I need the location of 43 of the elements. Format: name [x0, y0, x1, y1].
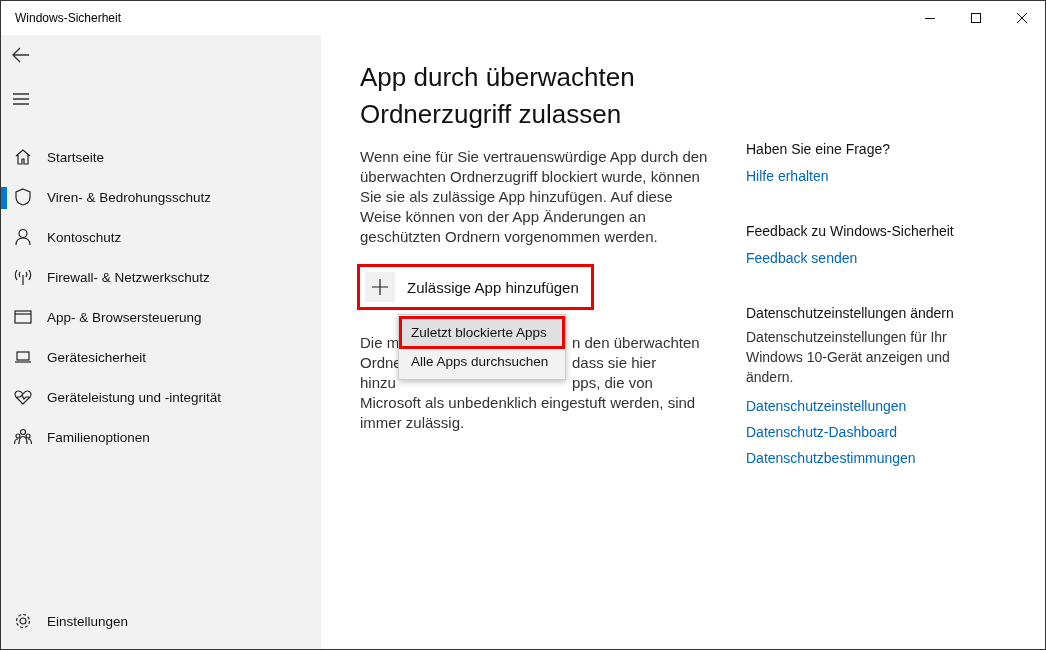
plus-icon [372, 279, 388, 295]
sidebar-item[interactable]: Firewall- & Netzwerkschutz [1, 257, 321, 297]
sidebar-item[interactable]: Geräteleistung und -integrität [1, 377, 321, 417]
section-heading: Feedback zu Windows-Sicherheit [746, 223, 955, 239]
menu-item[interactable]: Alle Apps durchsuchen [402, 348, 562, 375]
description-text: Wenn eine für Sie vertrauenswürdige App durch den überwachten Ordnerzugriff blockiert wurde, können Sie sie als zulässige App hinzufügen. Auf diese Weise können von der App Änderungen an geschützten Ordnern vorgenommen werden. [360, 147, 709, 247]
settings-icon [13, 611, 33, 631]
text-line: immer zulässig. [360, 413, 466, 433]
close-icon [1016, 12, 1028, 24]
antenna-icon [13, 267, 33, 287]
window-icon [13, 307, 33, 327]
link[interactable]: Datenschutz-Dashboard [746, 419, 996, 445]
menu-item[interactable]: Zuletzt blockierte Apps [402, 319, 562, 346]
add-allowed-app-button[interactable]: Zulässige App hinzufügen [360, 267, 591, 307]
sidebar-item[interactable]: Viren- & Bedrohungsschutz [1, 177, 321, 217]
settings-item[interactable]: Einstellungen [1, 601, 321, 641]
link[interactable]: Feedback senden [746, 245, 996, 271]
maximize-icon [970, 12, 982, 24]
back-arrow-icon [11, 45, 31, 65]
text-fragment: dass sie hier [572, 353, 657, 373]
heart-icon [13, 387, 33, 407]
text-fragment: Die m [360, 333, 400, 353]
sidebar-item[interactable]: Gerätesicherheit [1, 337, 321, 377]
link[interactable]: Hilfe erhalten [746, 163, 996, 189]
family-icon [13, 427, 33, 447]
section-text: Datenschutzeinstellungen für Ihr Windows 10-Gerät anzeigen und ändern. [746, 328, 951, 387]
text-fragment: pps, die von [572, 373, 653, 393]
person-icon [13, 227, 33, 247]
text-fragment: n den überwachten [572, 333, 700, 353]
home-icon [13, 147, 33, 167]
link[interactable]: Datenschutzeinstellungen [746, 393, 996, 419]
section-heading: Haben Sie eine Frage? [746, 141, 891, 157]
sidebar-item[interactable]: Startseite [1, 137, 321, 177]
sidebar-item[interactable]: Kontoschutz [1, 217, 321, 257]
text-line: Microsoft als unbedenklich eingestuft werden, sind [360, 393, 697, 413]
link[interactable]: Datenschutzbestimmungen [746, 445, 996, 471]
shield-icon [13, 187, 33, 207]
text-fragment: hinzu [360, 373, 396, 393]
window-title: Windows-Sicherheit [14, 11, 123, 25]
section-heading: Datenschutzeinstellungen ändern [746, 305, 955, 321]
page-title: App durch überwachten Ordnerzugriff zulassen [360, 61, 636, 131]
sidebar-item[interactable]: App- & Browsersteuerung [1, 297, 321, 337]
sidebar-item[interactable]: Familienoptionen [1, 417, 321, 457]
